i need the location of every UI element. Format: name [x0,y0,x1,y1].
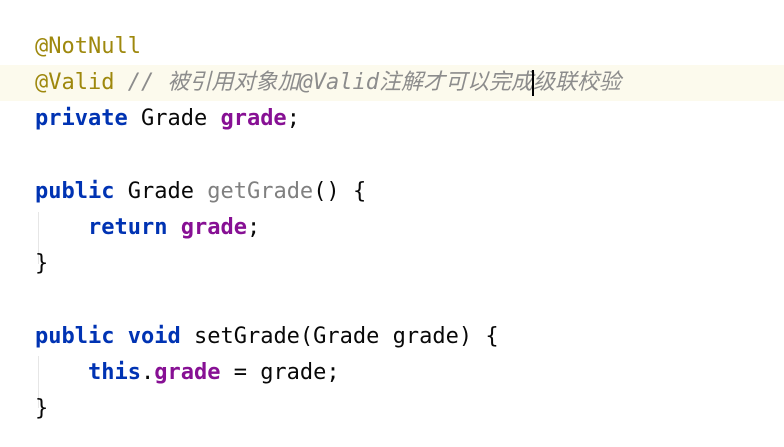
code-line-4[interactable] [0,137,784,173]
line-content: public Grade getGrade() { [35,174,366,210]
code-line-9[interactable]: public void setGrade(Grade grade) { [0,319,784,355]
line-content: public void setGrade(Grade grade) { [35,319,499,355]
method-getgrade: getGrade [207,179,314,204]
keyword-this: this [87,360,141,385]
keyword-private: private [35,106,128,131]
code-line-2[interactable]: @Valid // 被引用对象加@Valid注解才可以完成级联校验 [0,65,784,101]
type-grade: Grade [140,106,208,131]
dot: . [140,360,155,385]
code-line-8[interactable] [0,282,784,318]
line-content: this.grade = grade; [35,355,340,391]
code-line-3[interactable]: private Grade grade; [0,101,784,137]
type-grade: Grade [127,179,194,204]
code-line-1[interactable]: @NotNull [0,29,784,65]
semicolon: ; [246,215,261,240]
parens: () [313,179,340,204]
code-line-10[interactable]: this.grade = grade; [0,355,784,391]
keyword-public: public [35,324,115,349]
annotation-notnull: @NotNull [35,34,141,59]
code-line-6[interactable]: return grade; [0,210,784,246]
code-editor[interactable]: @NotNull @Valid // 被引用对象加@Valid注解才可以完成级联… [0,0,784,447]
line-content: private Grade grade; [35,101,300,137]
keyword-return: return [87,215,168,240]
method-setgrade-signature: setGrade(Grade grade) [193,324,473,349]
code-line-5[interactable]: public Grade getGrade() { [0,174,784,210]
keyword-void: void [127,324,181,349]
line-content: @Valid // 被引用对象加@Valid注解才可以完成级联校验 [35,65,621,101]
annotation-valid: @Valid [35,70,115,95]
code-line-11[interactable]: } [0,391,784,427]
open-brace: { [352,179,367,204]
code-line-7[interactable]: } [0,246,784,282]
comment-text: // 被引用对象加@Valid注解才可以完成 [127,70,533,95]
comment-text-end: 级联校验 [532,70,621,95]
keyword-public: public [35,179,115,204]
field-grade: grade [154,360,221,385]
line-content: @NotNull [35,29,141,65]
open-brace: { [485,324,499,349]
close-brace: } [35,251,49,276]
assignment: = grade; [220,360,340,385]
line-content: return grade; [35,210,260,246]
semicolon: ; [286,106,300,131]
field-grade: grade [180,215,247,240]
close-brace: } [35,396,49,421]
line-content: } [35,391,48,427]
line-content: } [35,246,48,282]
field-grade: grade [220,106,287,131]
